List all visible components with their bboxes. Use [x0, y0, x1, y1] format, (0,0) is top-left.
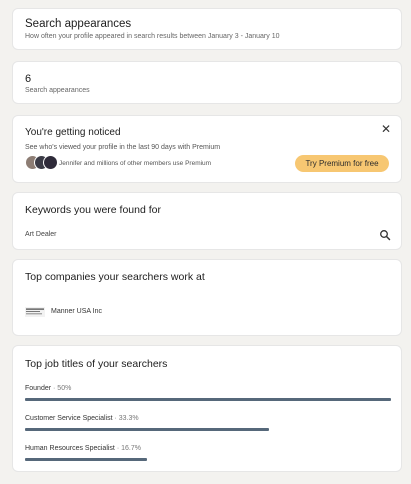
- job-title-row: Founder · 50%: [25, 385, 71, 392]
- job-title-row: Human Resources Specialist · 16.7%: [25, 445, 141, 452]
- job-title-percent: · 33.3%: [114, 415, 139, 422]
- members-text: Jennifer and millions of other members u…: [59, 160, 212, 167]
- notice-description: See who's viewed your profile in the las…: [25, 144, 221, 151]
- try-premium-button[interactable]: Try Premium for free: [295, 155, 389, 172]
- job-title-bar: [25, 398, 391, 401]
- avatar: [43, 155, 58, 170]
- top-job-titles-card: Top job titles of your searchers Founder…: [12, 345, 402, 472]
- search-count-card: 6 Search appearances: [12, 61, 402, 104]
- keywords-title: Keywords you were found for: [25, 204, 161, 216]
- job-title-bar: [25, 428, 269, 431]
- keyword-item: Art Dealer: [25, 231, 57, 238]
- top-companies-card: Top companies your searchers work at Man…: [12, 259, 402, 336]
- job-title-label: Human Resources Specialist: [25, 445, 115, 452]
- job-title-percent: · 16.7%: [116, 445, 141, 452]
- search-appearances-header-card: Search appearances How often your profil…: [12, 8, 402, 50]
- search-appearances-title: Search appearances: [25, 18, 132, 30]
- job-title-bar: [25, 458, 147, 461]
- company-logo-icon: [25, 307, 45, 317]
- search-appearances-subtitle: How often your profile appeared in searc…: [25, 33, 280, 40]
- job-title-percent: · 50%: [53, 385, 72, 392]
- job-title-label: Founder: [25, 385, 52, 392]
- job-titles-title: Top job titles of your searchers: [25, 358, 168, 370]
- job-title-label: Customer Service Specialist: [25, 415, 113, 422]
- search-icon[interactable]: [379, 229, 391, 241]
- search-count-label: Search appearances: [25, 87, 90, 94]
- close-icon[interactable]: ✕: [381, 122, 391, 136]
- companies-title: Top companies your searchers work at: [25, 271, 205, 283]
- keywords-card: Keywords you were found for Art Dealer: [12, 192, 402, 250]
- search-count-value: 6: [25, 73, 32, 85]
- company-name[interactable]: Manner USA Inc: [51, 308, 102, 315]
- job-title-row: Customer Service Specialist · 33.3%: [25, 415, 139, 422]
- notice-title: You're getting noticed: [25, 127, 121, 138]
- premium-notice-card: You're getting noticed ✕ See who's viewe…: [12, 115, 402, 183]
